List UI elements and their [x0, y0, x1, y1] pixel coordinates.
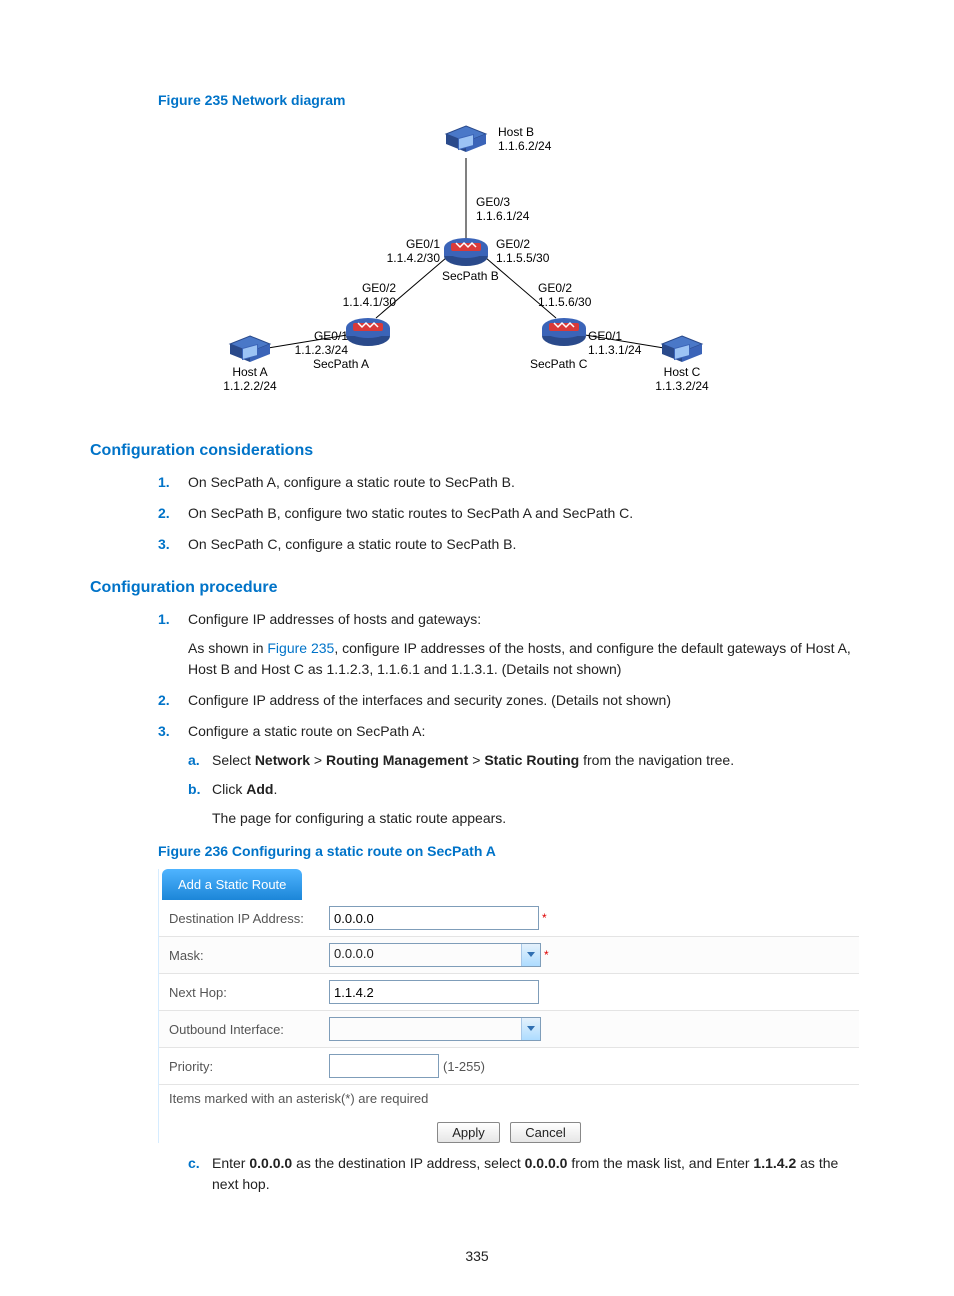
svg-text:GE0/2: GE0/2	[538, 281, 572, 295]
panel-tab[interactable]: Add a Static Route	[162, 869, 302, 900]
svg-text:GE0/2: GE0/2	[496, 237, 530, 251]
sublist-item: Click Add. The page for configuring a st…	[188, 779, 864, 829]
apply-button[interactable]: Apply	[437, 1122, 500, 1143]
list-item: Configure IP addresses of hosts and gate…	[158, 609, 864, 680]
svg-text:Host A: Host A	[232, 365, 267, 379]
form-row: Priority: (1-255)	[159, 1048, 859, 1085]
svg-text:SecPath C: SecPath C	[530, 357, 588, 371]
mask-label: Mask:	[169, 948, 329, 963]
svg-text:1.1.5.5/30: 1.1.5.5/30	[496, 251, 550, 265]
figure-235-title: Figure 235 Network diagram	[158, 92, 864, 108]
procedure-list: Configure IP addresses of hosts and gate…	[90, 609, 864, 829]
priority-label: Priority:	[169, 1059, 329, 1074]
svg-text:1.1.5.6/30: 1.1.5.6/30	[538, 295, 592, 309]
svg-text:Host C: Host C	[664, 365, 701, 379]
list-item: On SecPath C, configure a static route t…	[158, 534, 864, 555]
svg-text:1.1.6.1/24: 1.1.6.1/24	[476, 209, 530, 223]
list-item: On SecPath A, configure a static route t…	[158, 472, 864, 493]
network-diagram: Host B 1.1.6.2/24 GE0/3 1.1.6.1/24 GE0/1…	[158, 118, 858, 418]
next-hop-input[interactable]	[329, 980, 539, 1004]
chevron-down-icon[interactable]	[521, 1018, 540, 1040]
form-row: Next Hop:	[159, 974, 859, 1011]
list-item: Configure IP address of the interfaces a…	[158, 690, 864, 711]
form-row: Destination IP Address: *	[159, 900, 859, 937]
svg-text:GE0/3: GE0/3	[476, 195, 510, 209]
svg-text:Host B: Host B	[498, 125, 534, 139]
required-star: *	[544, 948, 549, 962]
svg-text:1.1.3.1/24: 1.1.3.1/24	[588, 343, 642, 357]
add-static-route-panel: Add a Static Route Destination IP Addres…	[158, 869, 859, 1143]
svg-text:1.1.2.3/24: 1.1.2.3/24	[295, 343, 349, 357]
sublist-item: Select Network > Routing Management > St…	[188, 750, 864, 771]
svg-text:GE0/1: GE0/1	[314, 329, 348, 343]
outbound-label: Outbound Interface:	[169, 1022, 329, 1037]
sublist-item: Enter 0.0.0.0 as the destination IP addr…	[188, 1153, 864, 1195]
svg-text:GE0/1: GE0/1	[406, 237, 440, 251]
svg-text:GE0/2: GE0/2	[362, 281, 396, 295]
svg-text:1.1.6.2/24: 1.1.6.2/24	[498, 139, 552, 153]
page-number: 335	[0, 1248, 954, 1264]
priority-range: (1-255)	[443, 1059, 485, 1074]
procedure-continuation: Enter 0.0.0.0 as the destination IP addr…	[90, 1153, 864, 1195]
svg-text:1.1.4.2/30: 1.1.4.2/30	[387, 251, 441, 265]
priority-input[interactable]	[329, 1054, 439, 1078]
svg-text:GE0/1: GE0/1	[588, 329, 622, 343]
chevron-down-icon[interactable]	[521, 944, 540, 966]
required-note: Items marked with an asterisk(*) are req…	[159, 1085, 859, 1112]
cancel-button[interactable]: Cancel	[510, 1122, 580, 1143]
figure-235-link[interactable]: Figure 235	[267, 640, 334, 656]
dest-ip-label: Destination IP Address:	[169, 911, 329, 926]
dest-ip-input[interactable]	[329, 906, 539, 930]
heading-procedure: Configuration procedure	[90, 579, 864, 597]
considerations-list: On SecPath A, configure a static route t…	[90, 472, 864, 555]
required-star: *	[542, 911, 547, 925]
svg-text:1.1.2.2/24: 1.1.2.2/24	[223, 379, 277, 393]
svg-text:1.1.3.2/24: 1.1.3.2/24	[655, 379, 709, 393]
list-item: On SecPath B, configure two static route…	[158, 503, 864, 524]
outbound-select[interactable]	[329, 1017, 541, 1041]
svg-text:1.1.4.1/30: 1.1.4.1/30	[343, 295, 397, 309]
mask-select[interactable]: 0.0.0.0	[329, 943, 541, 967]
svg-text:SecPath B: SecPath B	[442, 269, 499, 283]
form-row: Mask: 0.0.0.0 *	[159, 937, 859, 974]
svg-text:SecPath A: SecPath A	[313, 357, 369, 371]
figure-236-title: Figure 236 Configuring a static route on…	[158, 843, 864, 859]
list-item: Configure a static route on SecPath A: S…	[158, 721, 864, 829]
next-hop-label: Next Hop:	[169, 985, 329, 1000]
form-row: Outbound Interface:	[159, 1011, 859, 1048]
heading-considerations: Configuration considerations	[90, 442, 864, 460]
